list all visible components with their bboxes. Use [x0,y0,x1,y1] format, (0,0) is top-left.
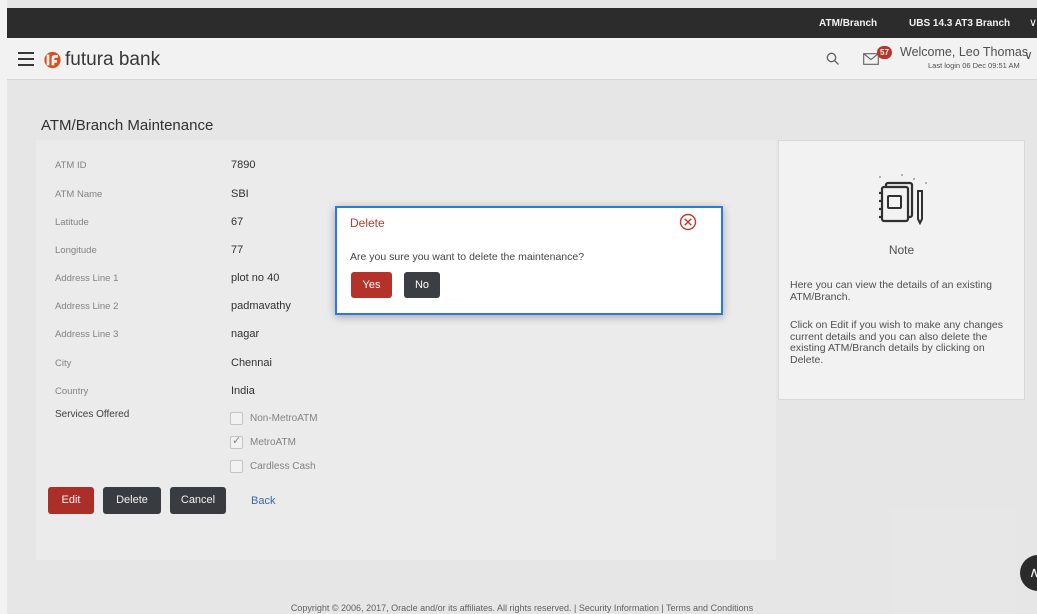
no-button[interactable]: No [404,272,440,298]
close-icon[interactable] [679,213,697,231]
delete-confirm-dialog: Delete Are you sure you want to delete t… [335,206,723,315]
dialog-title: Delete [350,216,385,230]
yes-button[interactable]: Yes [351,272,392,298]
dialog-message: Are you sure you want to delete the main… [350,251,585,263]
